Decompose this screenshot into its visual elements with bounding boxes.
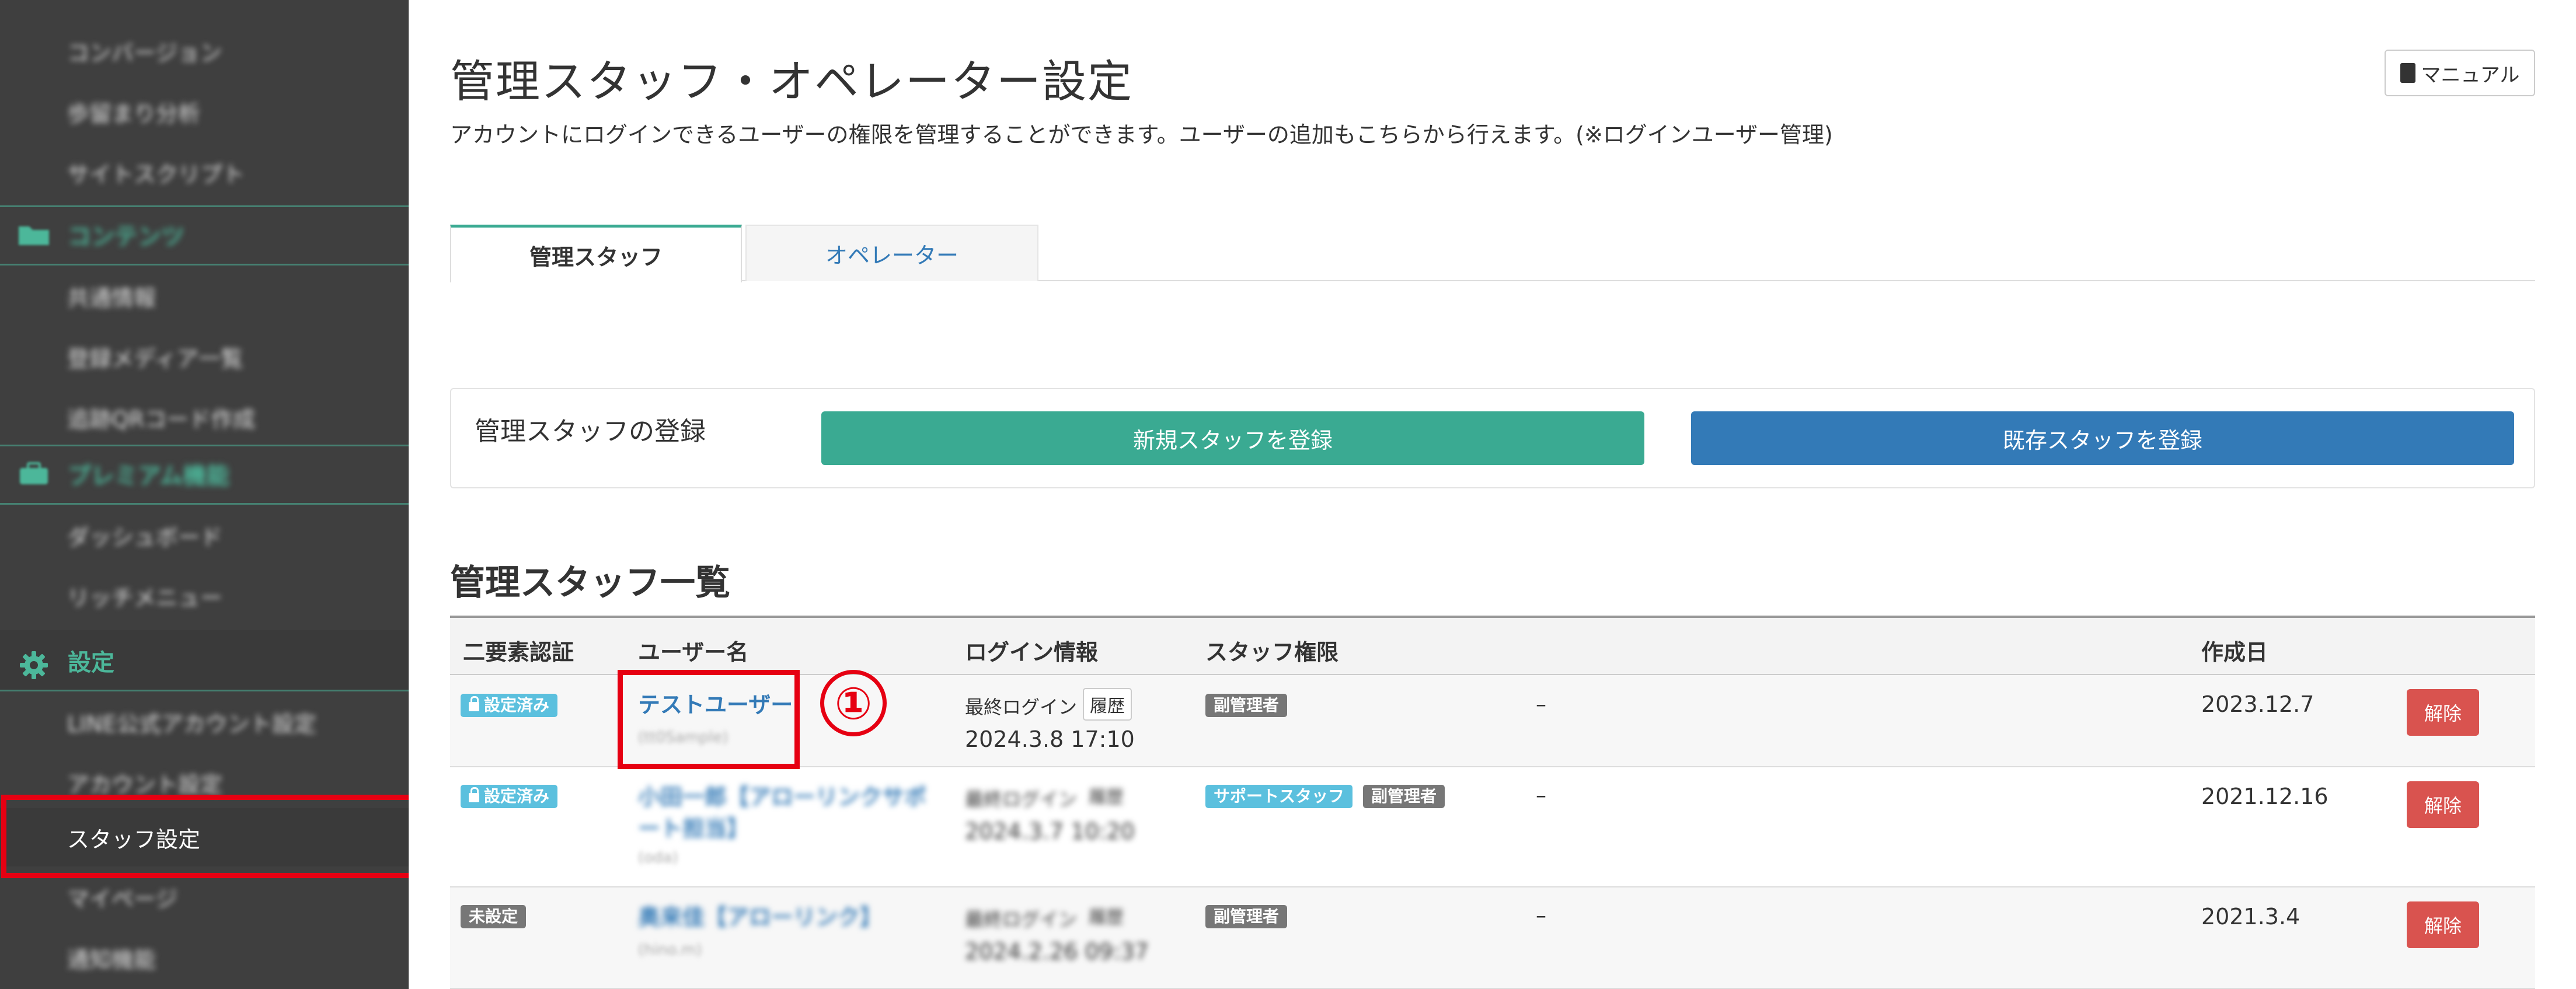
last-login-time: 2024.3.8 17:10 — [965, 726, 1135, 752]
table-row: 設定済み 小田一郎【アローリンクサポ ート担当】 (oda) 最終ログイン 履歴… — [450, 767, 2535, 887]
sidebar-item-funnel[interactable]: 歩留まり分析 — [0, 81, 409, 142]
briefcase-icon — [18, 462, 50, 485]
sidebar-item-notifications[interactable]: 通知機能 — [0, 927, 409, 988]
remove-button[interactable]: 解除 — [2407, 689, 2479, 736]
staff-settings-highlight-box — [1, 795, 414, 878]
page-description: アカウントにログインできるユーザーの権限を管理することができます。ユーザーの追加… — [450, 122, 1833, 148]
step-number-marker: ① — [820, 670, 887, 736]
last-login-time: 2024.2.26 09:37 — [965, 939, 1149, 964]
register-new-staff-button[interactable]: 新規スタッフを登録 — [821, 411, 1644, 465]
username-highlight-box — [618, 670, 800, 769]
sidebar-item-conversion[interactable]: コンバージョン — [0, 20, 409, 81]
main-content: 管理スタッフ・オペレーター設定 アカウントにログインできるユーザーの権限を管理す… — [409, 0, 2576, 989]
gear-icon — [18, 649, 50, 679]
sidebar-item-rich-menu[interactable]: リッチメニュー — [0, 565, 409, 626]
remove-button[interactable]: 解除 — [2407, 781, 2479, 828]
sidebar-item-line-account[interactable]: LINE公式アカウント設定 — [0, 691, 409, 752]
table-header: 二要素認証 ユーザー名 ログイン情報 スタッフ権限 作成日 — [450, 616, 2535, 675]
tab-operator[interactable]: オペレーター — [745, 225, 1038, 281]
sidebar-item-site-script[interactable]: サイトスクリプト — [0, 142, 409, 202]
sidebar-section-premium[interactable]: プレミアム機能 — [0, 443, 409, 504]
sidebar-item-qr-code[interactable]: 追跡QRコード作成 — [0, 387, 409, 448]
manual-button-label: マニュアル — [2421, 63, 2520, 87]
page-title: 管理スタッフ・オペレーター設定 — [450, 55, 1133, 107]
staff-list-title: 管理スタッフ一覧 — [450, 562, 730, 603]
folder-icon — [18, 223, 50, 246]
staff-registration-panel: 管理スタッフの登録 新規スタッフを登録 既存スタッフを登録 — [450, 388, 2535, 488]
column-header-created-date: 作成日 — [2201, 639, 2268, 665]
username-link-line2[interactable]: ート担当】 — [638, 810, 749, 843]
login-history-button[interactable]: 履歴 — [1083, 688, 1132, 721]
tab-admin-staff[interactable]: 管理スタッフ — [450, 225, 742, 282]
lock-icon — [469, 696, 479, 711]
user-id: (oda) — [638, 849, 678, 866]
manual-button[interactable]: マニュアル — [2385, 50, 2535, 96]
book-icon — [2400, 63, 2415, 83]
role-badge: 副管理者 — [1363, 785, 1445, 808]
column-header-login-info: ログイン情報 — [965, 639, 1099, 665]
twofa-status-badge: 未設定 — [461, 905, 527, 928]
user-id: (hino.m) — [638, 941, 702, 959]
created-date: 2023.12.7 — [2201, 691, 2314, 717]
created-date: 2021.3.4 — [2201, 904, 2300, 929]
sidebar-section-contents[interactable]: コンテンツ — [0, 204, 409, 265]
role-badge: 副管理者 — [1205, 905, 1288, 928]
remove-button[interactable]: 解除 — [2407, 901, 2479, 948]
table-row: 未設定 奥来佳【アローリンク】 (hino.m) 最終ログイン 履歴 2024.… — [450, 887, 2535, 989]
twofa-status-badge: 設定済み — [461, 785, 558, 808]
last-login-label: 最終ログイン — [965, 696, 1078, 718]
note-value: – — [1536, 784, 1546, 808]
username-link[interactable]: 小田一郎【アローリンクサポ — [638, 779, 926, 811]
last-login-label: 最終ログイン — [965, 908, 1078, 931]
username-link[interactable]: 奥来佳【アローリンク】 — [638, 899, 882, 931]
login-history-button[interactable]: 履歴 — [1083, 900, 1130, 931]
sidebar-item-media-list[interactable]: 登録メディア一覧 — [0, 326, 409, 387]
note-value: – — [1536, 693, 1546, 717]
twofa-status-badge: 設定済み — [461, 694, 558, 717]
note-value: – — [1536, 904, 1546, 928]
role-badge: 副管理者 — [1205, 694, 1288, 717]
registration-heading: 管理スタッフの登録 — [475, 417, 706, 446]
last-login-label: 最終ログイン — [965, 788, 1078, 810]
register-existing-staff-button[interactable]: 既存スタッフを登録 — [1691, 411, 2514, 465]
login-history-button[interactable]: 履歴 — [1083, 780, 1130, 810]
lock-icon — [469, 787, 479, 802]
last-login-time: 2024.3.7 10:20 — [965, 819, 1135, 844]
role-badge: サポートスタッフ — [1205, 785, 1353, 808]
column-header-staff-role: スタッフ権限 — [1205, 639, 1339, 665]
column-header-username: ユーザー名 — [638, 639, 749, 665]
tab-bar: 管理スタッフ オペレーター — [450, 225, 2535, 282]
column-header-2fa: 二要素認証 — [463, 639, 574, 665]
sidebar-item-common-info[interactable]: 共通情報 — [0, 265, 409, 326]
created-date: 2021.12.16 — [2201, 784, 2328, 809]
sidebar-item-dashboard[interactable]: ダッシュボード — [0, 505, 409, 565]
sidebar-section-settings[interactable]: 設定 — [0, 630, 409, 691]
